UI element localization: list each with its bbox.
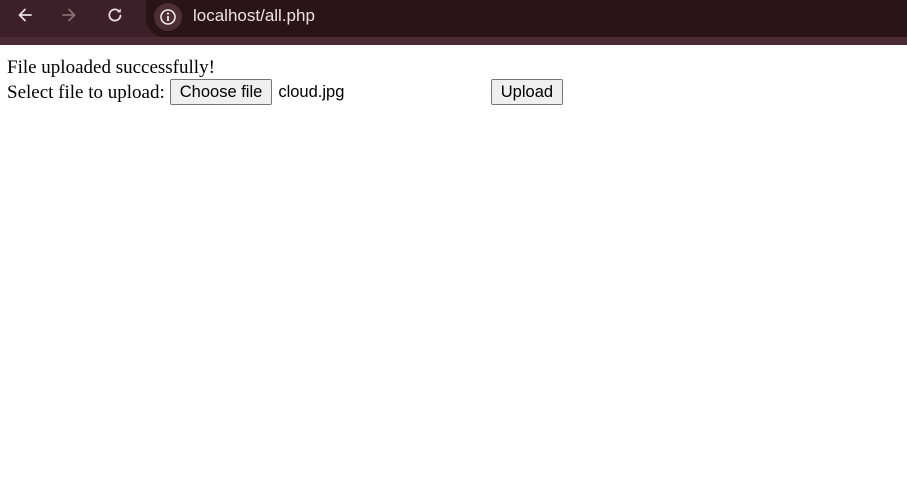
address-bar[interactable]: localhost/all.php — [146, 0, 907, 37]
reload-icon — [108, 8, 122, 22]
choose-file-button[interactable]: Choose file — [169, 79, 273, 105]
upload-button[interactable]: Upload — [490, 79, 564, 105]
info-icon — [160, 9, 176, 25]
reload-button[interactable] — [100, 0, 130, 30]
arrow-left-icon — [18, 8, 32, 22]
page-content: File uploaded successfully! Select file … — [0, 45, 907, 105]
arrow-right-icon — [62, 8, 76, 22]
file-input[interactable]: Choose file cloud.jpg — [169, 79, 485, 105]
upload-form: Select file to upload: Choose file cloud… — [7, 79, 900, 105]
site-info-button[interactable] — [154, 3, 182, 31]
forward-button[interactable] — [54, 0, 84, 30]
browser-toolbar: localhost/all.php — [0, 0, 907, 45]
upload-status-message: File uploaded successfully! — [7, 57, 215, 78]
back-button[interactable] — [10, 0, 40, 30]
upload-label: Select file to upload: — [7, 81, 165, 103]
toolbar-divider — [0, 37, 907, 45]
selected-file-name: cloud.jpg — [278, 83, 345, 101]
url-text[interactable]: localhost/all.php — [193, 4, 315, 28]
